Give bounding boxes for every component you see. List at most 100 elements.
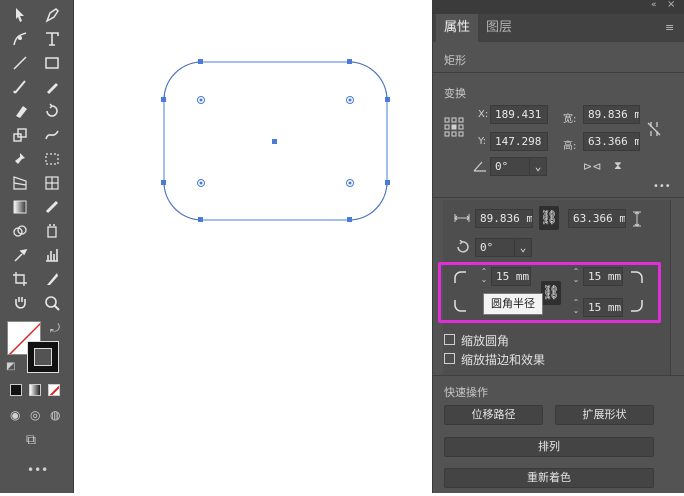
corner-radius-tooltip: 圆角半径 bbox=[483, 293, 543, 315]
swap-fill-stroke-icon[interactable]: ⤾ bbox=[50, 321, 60, 336]
transform-section-title: 变换 bbox=[444, 87, 466, 100]
artboard-tool-icon[interactable] bbox=[8, 268, 32, 290]
mesh-tool-icon[interactable] bbox=[40, 172, 64, 194]
type-tool-icon[interactable] bbox=[40, 28, 64, 50]
screen-mode-icon[interactable]: ⧉ bbox=[26, 432, 36, 448]
eraser-tool-icon[interactable] bbox=[8, 100, 32, 122]
quick-actions-title: 快速操作 bbox=[444, 386, 488, 399]
scale-corners-checkbox[interactable] bbox=[444, 334, 455, 345]
pen-tool-icon[interactable] bbox=[40, 4, 64, 26]
rotate-dropdown[interactable]: ⌄ bbox=[529, 157, 547, 176]
pin-tool-icon[interactable] bbox=[8, 148, 32, 170]
hand-tool-icon[interactable] bbox=[8, 292, 32, 314]
height-label: 高: bbox=[563, 141, 577, 152]
corner-type-tl-icon[interactable] bbox=[453, 270, 467, 284]
collapse-panel-icon[interactable]: « bbox=[651, 0, 657, 10]
constrain-proportions-icon[interactable] bbox=[646, 120, 662, 138]
y-input[interactable]: 147.298 bbox=[490, 132, 548, 151]
x-label: X: bbox=[478, 109, 489, 120]
gradient-tool-icon[interactable] bbox=[8, 196, 32, 218]
chevron-down-icon: ⌄ bbox=[519, 241, 527, 254]
panel-tabs: 属性 图层 ≡ bbox=[433, 14, 684, 42]
tab-properties[interactable]: 属性 bbox=[436, 14, 479, 42]
free-transform-tool-icon[interactable] bbox=[40, 148, 64, 170]
perspective-tool-icon[interactable] bbox=[8, 172, 32, 194]
divider bbox=[433, 197, 684, 198]
properties-panel: « × 属性 图层 ≡ 矩形 变换 X: 189.431 宽: 89.836 m… bbox=[432, 0, 684, 493]
none-icon bbox=[49, 385, 59, 395]
corner-type-br-icon[interactable] bbox=[630, 299, 644, 313]
graph-tool-icon[interactable] bbox=[40, 244, 64, 266]
warp-tool-icon[interactable] bbox=[40, 124, 64, 146]
offset-path-button[interactable]: 位移路径 bbox=[444, 405, 543, 425]
scale-corners-label: 缩放圆角 bbox=[461, 334, 510, 348]
none-mode-button[interactable] bbox=[48, 384, 60, 396]
corner-tr-input[interactable]: 15 mm bbox=[583, 267, 623, 286]
width-input[interactable]: 89.836 m bbox=[583, 105, 640, 124]
rect-width-input[interactable]: 89.836 mr bbox=[475, 209, 533, 228]
rect-width-icon bbox=[454, 214, 470, 222]
stroke-swatch[interactable] bbox=[27, 341, 59, 373]
panel-menu-icon[interactable]: ≡ bbox=[665, 21, 674, 34]
recolor-button[interactable]: 重新着色 bbox=[444, 468, 654, 488]
scale-tool-icon[interactable] bbox=[8, 124, 32, 146]
gradient-mode-button[interactable] bbox=[29, 384, 41, 396]
link-dimensions-icon[interactable]: ⛓ bbox=[539, 206, 559, 230]
rectangle-tool-icon[interactable] bbox=[40, 52, 64, 74]
x-input[interactable]: 189.431 bbox=[490, 105, 548, 124]
slice-tool-icon[interactable] bbox=[40, 268, 64, 290]
corner-tl-input[interactable]: 15 mm bbox=[491, 267, 531, 286]
object-type-label: 矩形 bbox=[444, 54, 466, 67]
scale-strokes-checkbox[interactable] bbox=[444, 353, 455, 364]
tab-layers[interactable]: 图层 bbox=[478, 14, 520, 42]
rect-height-input[interactable]: 63.366 mr bbox=[568, 209, 626, 228]
height-input[interactable]: 63.366 m bbox=[583, 132, 640, 151]
shape-builder-tool-icon[interactable] bbox=[8, 220, 32, 242]
rotate-angle-icon bbox=[473, 161, 486, 172]
link-corners-icon[interactable]: ⛓ bbox=[541, 281, 561, 305]
flip-vertical-icon[interactable]: ⧗ bbox=[614, 159, 622, 173]
expand-shape-button[interactable]: 扩展形状 bbox=[555, 405, 654, 425]
draw-inside-icon[interactable]: ◍ bbox=[50, 408, 60, 422]
rotate-input[interactable]: 0° bbox=[490, 157, 530, 176]
flip-horizontal-icon[interactable]: ⊳⊲ bbox=[583, 160, 601, 173]
rect-rotate-input[interactable]: 0° bbox=[475, 238, 515, 257]
close-panel-icon[interactable]: × bbox=[667, 0, 675, 10]
divider bbox=[433, 375, 684, 376]
corner-type-bl-icon[interactable] bbox=[453, 299, 467, 313]
edit-toolbar-icon[interactable]: ••• bbox=[27, 463, 48, 477]
default-colors-icon[interactable]: ◩ bbox=[6, 361, 15, 372]
rect-height-icon bbox=[633, 211, 641, 227]
selection-tool-icon[interactable] bbox=[8, 4, 32, 26]
panel-title-bar: « × bbox=[433, 0, 684, 14]
curvature-tool-icon[interactable] bbox=[8, 28, 32, 50]
eyedropper-tool-icon[interactable] bbox=[8, 244, 32, 266]
rotate-tool-icon[interactable] bbox=[40, 100, 64, 122]
divider bbox=[433, 72, 684, 73]
bounding-box-handles[interactable] bbox=[161, 59, 390, 222]
paintbrush-tool-icon[interactable] bbox=[8, 76, 32, 98]
reference-point-icon[interactable] bbox=[444, 117, 464, 137]
color-mode-button[interactable] bbox=[10, 384, 22, 396]
zoom-tool-icon[interactable] bbox=[40, 292, 64, 314]
tools-panel: ⤾ ◩ ◉ ◎ ◍ ⧉ ••• bbox=[0, 0, 74, 493]
draw-behind-icon[interactable]: ◎ bbox=[30, 408, 40, 422]
corner-type-tr-icon[interactable] bbox=[630, 270, 644, 284]
rect-rotate-icon bbox=[457, 240, 469, 253]
selected-rounded-rectangle[interactable] bbox=[75, 0, 432, 493]
corner-br-stepper[interactable]: ⌃ ⌄ bbox=[571, 299, 581, 315]
artboard-canvas[interactable] bbox=[75, 0, 432, 493]
y-label: Y: bbox=[478, 136, 487, 147]
pencil-tool-icon[interactable] bbox=[40, 76, 64, 98]
corner-tl-stepper[interactable]: ⌃ ⌄ bbox=[479, 268, 489, 284]
more-options-icon[interactable]: ••• bbox=[653, 181, 671, 192]
chevron-down-icon: ⌄ bbox=[534, 160, 542, 173]
rect-rotate-dropdown[interactable]: ⌄ bbox=[514, 238, 532, 257]
line-tool-icon[interactable] bbox=[8, 52, 32, 74]
corner-tr-stepper[interactable]: ⌃ ⌄ bbox=[571, 268, 581, 284]
arrange-button[interactable]: 排列 bbox=[444, 437, 654, 457]
symbol-sprayer-tool-icon[interactable] bbox=[40, 220, 64, 242]
draw-normal-icon[interactable]: ◉ bbox=[10, 408, 20, 422]
blend-tool-icon[interactable] bbox=[40, 196, 64, 218]
corner-br-input[interactable]: 15 mm bbox=[583, 298, 623, 317]
